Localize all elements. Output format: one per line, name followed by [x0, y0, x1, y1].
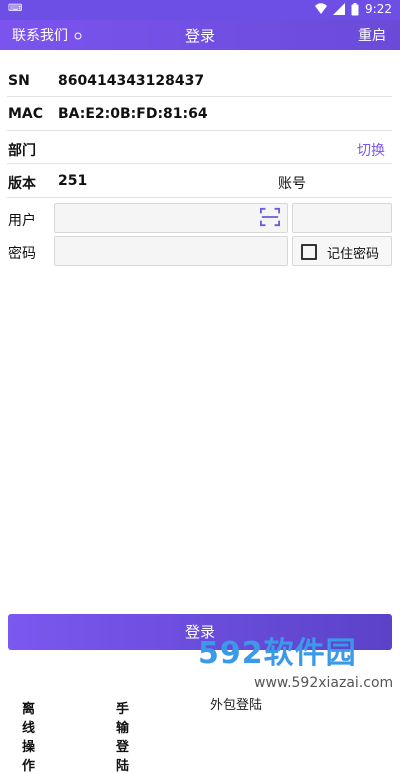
sn-value: 860414343128437 — [58, 73, 205, 89]
password-label: 密码 — [8, 246, 36, 262]
account-input[interactable] — [292, 203, 392, 233]
bottom-nav: 离线操作 › 手输登陆 › 外包登陆 — [0, 690, 400, 774]
app-bar: 联系我们 登录 重启 — [0, 20, 400, 50]
remember-password-label: 记住密码 — [327, 247, 380, 262]
sn-row: SN 860414343128437 — [0, 64, 392, 97]
signal-icon — [333, 3, 346, 15]
scan-icon[interactable] — [260, 207, 280, 227]
version-value: 251 — [58, 173, 88, 189]
page-title: 登录 — [184, 27, 215, 45]
outsource-login-link[interactable]: 外包登陆 — [210, 694, 262, 713]
account-label: 账号 — [278, 176, 306, 192]
remember-password-checkbox[interactable]: 记住密码 — [292, 236, 392, 266]
wifi-icon — [315, 3, 328, 15]
mac-row: MAC BA:E2:0B:FD:81:64 — [0, 97, 392, 130]
divider — [7, 197, 392, 198]
dept-row: 部门 切换 — [0, 131, 392, 164]
password-input[interactable] — [54, 236, 288, 266]
user-label: 用户 — [8, 213, 36, 229]
keyboard-icon: ⌨ — [8, 3, 24, 14]
status-bar: ⌨ 9:22 — [0, 0, 400, 20]
mac-value: BA:E2:0B:FD:81:64 — [58, 106, 208, 122]
sn-label: SN — [8, 73, 30, 89]
dept-label: 部门 — [8, 143, 36, 159]
login-button[interactable]: 登录 — [8, 614, 392, 650]
watermark-url: www.592xiazai.com — [254, 675, 394, 691]
chevron-right-icon: › — [22, 698, 28, 713]
version-label: 版本 — [8, 176, 36, 192]
mac-label: MAC — [8, 106, 44, 122]
status-icons: 9:22 — [315, 2, 392, 16]
chevron-right-icon: › — [116, 698, 122, 713]
user-input[interactable] — [54, 203, 288, 233]
status-time: 9:22 — [365, 2, 392, 16]
restart-button[interactable]: 重启 — [358, 25, 386, 45]
battery-icon — [351, 2, 359, 15]
switch-button[interactable]: 切换 — [357, 140, 385, 160]
checkbox-icon[interactable] — [301, 244, 317, 260]
version-row: 版本 251 账号 — [0, 164, 392, 197]
